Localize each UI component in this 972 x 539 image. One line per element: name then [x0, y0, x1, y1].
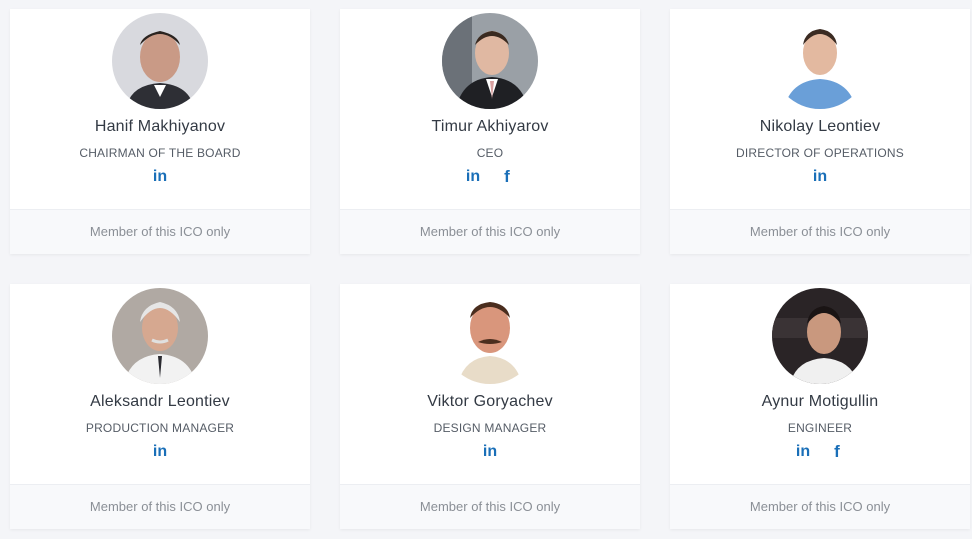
avatar [112, 288, 208, 384]
member-footer: Member of this ICO only [340, 209, 640, 254]
team-card-body: Timur Akhiyarov CEO in f [340, 9, 640, 209]
facebook-icon[interactable]: f [829, 442, 845, 462]
social-links: in f [670, 442, 970, 462]
team-card: Aleksandr Leontiev PRODUCTION MANAGER in… [10, 284, 310, 529]
team-card: Timur Akhiyarov CEO in f Member of this … [340, 9, 640, 254]
member-footer: Member of this ICO only [670, 209, 970, 254]
linkedin-icon[interactable]: in [465, 167, 481, 187]
linkedin-icon[interactable]: in [795, 442, 811, 462]
team-card: Hanif Makhiyanov CHAIRMAN OF THE BOARD i… [10, 9, 310, 254]
member-role: PRODUCTION MANAGER [85, 421, 235, 435]
member-name: Hanif Makhiyanov [94, 118, 226, 135]
member-name: Nikolay Leontiev [759, 118, 881, 135]
team-card-body: Viktor Goryachev DESIGN MANAGER in [340, 284, 640, 484]
member-role: CHAIRMAN OF THE BOARD [79, 146, 241, 160]
social-links: in [670, 167, 970, 187]
linkedin-icon[interactable]: in [812, 167, 828, 187]
team-card: Nikolay Leontiev DIRECTOR OF OPERATIONS … [670, 9, 970, 254]
member-role: DESIGN MANAGER [433, 421, 547, 435]
member-role: DIRECTOR OF OPERATIONS [736, 146, 904, 160]
team-card-body: Aleksandr Leontiev PRODUCTION MANAGER in [10, 284, 310, 484]
team-card-body: Nikolay Leontiev DIRECTOR OF OPERATIONS … [670, 9, 970, 209]
avatar [442, 13, 538, 109]
team-card-body: Hanif Makhiyanov CHAIRMAN OF THE BOARD i… [10, 9, 310, 209]
social-links: in [10, 442, 310, 462]
member-footer: Member of this ICO only [340, 484, 640, 529]
team-card: Viktor Goryachev DESIGN MANAGER in Membe… [340, 284, 640, 529]
avatar [442, 288, 538, 384]
linkedin-icon[interactable]: in [152, 442, 168, 462]
member-footer: Member of this ICO only [10, 209, 310, 254]
linkedin-icon[interactable]: in [482, 442, 498, 462]
member-footer: Member of this ICO only [670, 484, 970, 529]
social-links: in f [340, 167, 640, 187]
member-name: Aleksandr Leontiev [90, 393, 230, 410]
member-role: CEO [476, 146, 504, 160]
avatar [772, 288, 868, 384]
team-card-body: Aynur Motigullin ENGINEER in f [670, 284, 970, 484]
member-footer: Member of this ICO only [10, 484, 310, 529]
member-name: Aynur Motigullin [761, 393, 879, 410]
social-links: in [10, 167, 310, 187]
social-links: in [340, 442, 640, 462]
member-role: ENGINEER [787, 421, 853, 435]
team-card: Aynur Motigullin ENGINEER in f Member of… [670, 284, 970, 529]
avatar [772, 13, 868, 109]
facebook-icon[interactable]: f [499, 167, 515, 187]
avatar [112, 13, 208, 109]
member-name: Viktor Goryachev [427, 393, 553, 410]
member-name: Timur Akhiyarov [431, 118, 549, 135]
linkedin-icon[interactable]: in [152, 167, 168, 187]
